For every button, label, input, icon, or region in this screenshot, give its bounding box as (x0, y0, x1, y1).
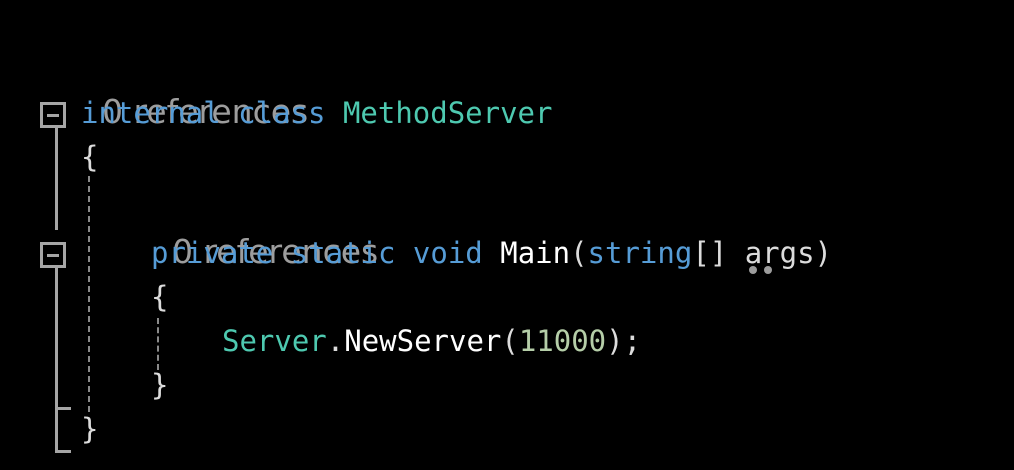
type-server: Server (222, 324, 327, 358)
method-close-brace: } (151, 368, 169, 402)
method-open-brace: { (151, 280, 169, 314)
class-close-brace: } (81, 412, 99, 446)
parameter-args-text: args (744, 236, 815, 270)
paren-open: ( (570, 236, 588, 270)
paren-close: ) (814, 236, 833, 270)
collapse-method-icon[interactable] (40, 242, 66, 268)
method-declaration-line[interactable]: private static void Main(string[] args) (151, 235, 833, 274)
class-outline-bar (55, 128, 58, 230)
number-literal: 11000 (518, 324, 607, 358)
method-indent-guide (157, 318, 159, 370)
member-dot: . (326, 324, 345, 358)
keyword-class: class (238, 96, 326, 130)
keyword-void: void (412, 236, 483, 270)
unused-parameter-hint-icon (748, 266, 775, 274)
statement-end: ); (606, 324, 642, 358)
method-open-brace-line[interactable]: { (151, 279, 168, 315)
collapse-class-icon[interactable] (40, 102, 66, 128)
statement-line[interactable]: Server.NewServer(11000); (222, 323, 641, 359)
method-newserver: NewServer (344, 324, 502, 358)
array-brackets: [] (692, 236, 728, 270)
method-name: Main (500, 236, 571, 270)
method-close-brace-line[interactable]: } (151, 367, 168, 403)
class-open-brace: { (81, 140, 99, 174)
call-paren-open: ( (501, 324, 519, 358)
class-outline-end (55, 407, 71, 410)
keyword-private: private (151, 236, 274, 270)
class-outline-bar-lower (55, 268, 58, 452)
parameter-args: args (744, 236, 815, 274)
class-close-brace-line[interactable]: } (81, 411, 98, 447)
class-open-brace-line[interactable]: { (81, 139, 98, 175)
class-indent-guide (88, 176, 90, 412)
keyword-internal: internal (81, 96, 221, 130)
class-name: MethodServer (342, 96, 553, 130)
keyword-static: static (290, 236, 396, 270)
keyword-string: string (587, 236, 693, 270)
class-declaration-line[interactable]: internal class MethodServer (81, 95, 552, 131)
class-outline-bottom (55, 450, 71, 453)
